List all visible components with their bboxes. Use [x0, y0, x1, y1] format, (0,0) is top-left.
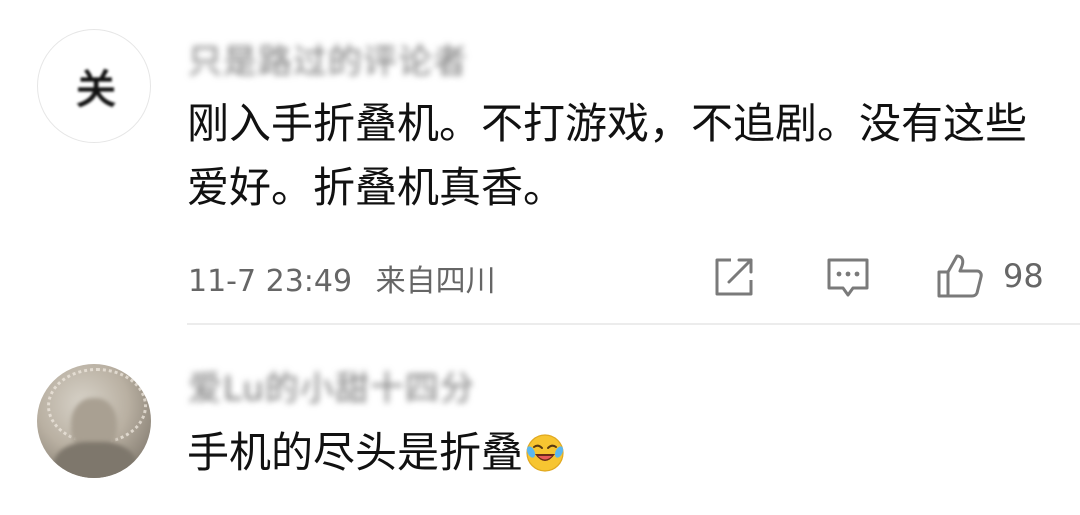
comment-item: 爱Lu的小甜十四分 手机的尽头是折叠	[0, 325, 1080, 515]
avatar[interactable]	[37, 364, 151, 478]
comment-text: 手机的尽头是折叠	[187, 421, 565, 485]
comment-text-body: 手机的尽头是折叠	[187, 428, 524, 477]
avatar-body	[53, 442, 137, 478]
comment-actions: 98	[0, 252, 1080, 300]
share-icon[interactable]	[711, 254, 757, 300]
comment-icon[interactable]	[825, 254, 871, 300]
laughing-crying-emoji-icon	[525, 427, 565, 472]
thumbs-up-icon[interactable]	[935, 252, 983, 298]
comment-item: 关 只是路过的评论者 刚入手折叠机。不打游戏，不追剧。没有这些爱好。折叠机真香。…	[0, 0, 1080, 325]
username[interactable]: 爱Lu的小甜十四分	[188, 361, 475, 410]
like-count: 98	[1003, 257, 1044, 295]
avatar[interactable]: 关	[37, 29, 151, 143]
username[interactable]: 只是路过的评论者	[188, 34, 468, 83]
comment-text: 刚入手折叠机。不打游戏，不追剧。没有这些爱好。折叠机真香。	[187, 99, 1028, 212]
avatar-image: 关	[76, 67, 116, 113]
